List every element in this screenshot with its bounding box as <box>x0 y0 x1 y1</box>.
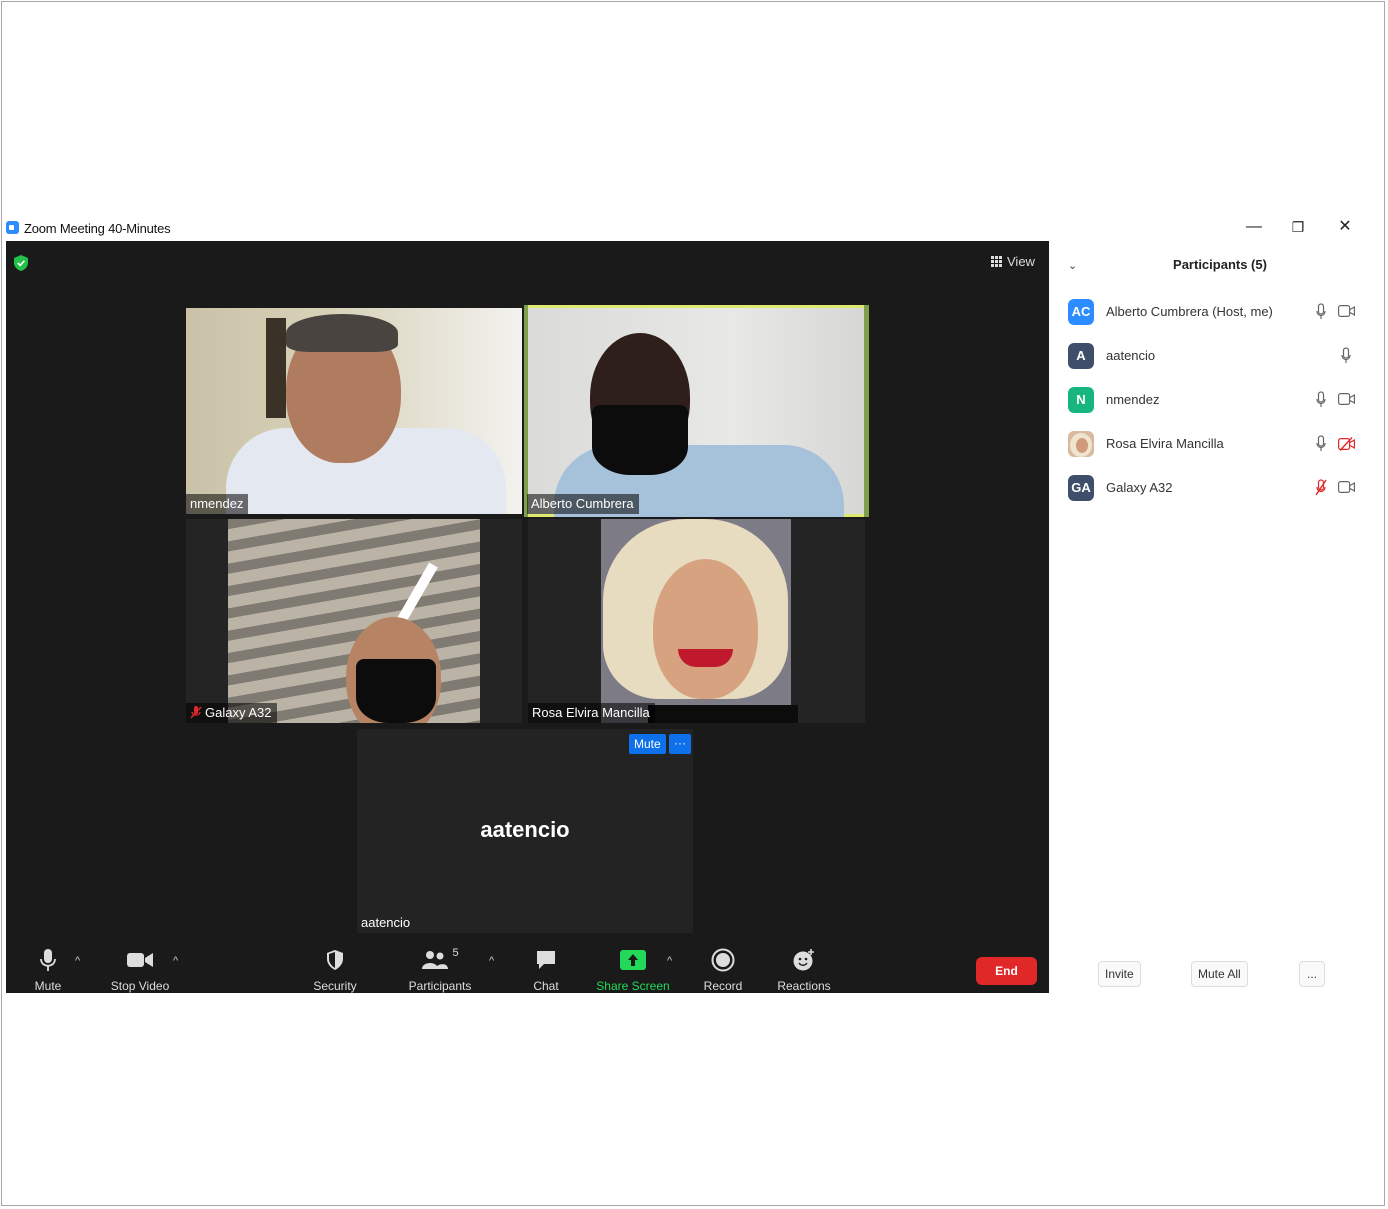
chat-button[interactable]: Chat <box>526 947 566 993</box>
record-label: Record <box>703 979 743 993</box>
avatar: GA <box>1068 475 1094 501</box>
participants-label: Participants <box>408 979 472 993</box>
video-tile-rosa-elvira-mancilla[interactable]: Rosa Elvira Mancilla <box>528 519 865 723</box>
face-mask <box>356 659 436 723</box>
participant-name: Alberto Cumbrera (Host, me) <box>1106 304 1273 319</box>
participants-count: 5 <box>452 947 459 959</box>
share-options-caret-icon[interactable]: ^ <box>667 955 672 967</box>
zoom-app-icon <box>6 221 19 234</box>
participant-name: Galaxy A32 <box>1106 480 1173 495</box>
participants-panel: ⌄ Participants (5) AC Alberto Cumbrera (… <box>1050 241 1380 993</box>
minimize-button[interactable]: — <box>1237 216 1271 238</box>
left-edge <box>524 305 528 517</box>
tile-name-label: Rosa Elvira Mancilla <box>528 703 655 723</box>
microphone-icon <box>40 949 56 971</box>
video-camera-icon[interactable] <box>1338 305 1355 317</box>
chat-bubble-icon <box>537 951 555 969</box>
video-tile-alberto-cumbrera[interactable]: Alberto Cumbrera <box>524 305 869 517</box>
view-button[interactable]: View <box>991 254 1035 269</box>
grid-view-icon <box>991 256 1002 267</box>
mute-label: Mute <box>34 979 62 993</box>
reactions-button[interactable]: Reactions <box>774 947 834 993</box>
participant-name: nmendez <box>1106 392 1160 407</box>
security-shield-icon <box>327 950 343 970</box>
record-button[interactable]: Record <box>700 947 746 993</box>
audio-options-caret-icon[interactable]: ^ <box>75 955 80 967</box>
participant-name: aatencio <box>1106 348 1156 363</box>
avatar-photo <box>1068 431 1094 457</box>
view-label: View <box>1007 254 1035 269</box>
meeting-area: View nmendez Alberto Cumbrera Galaxy A32 <box>6 241 1049 993</box>
participants-panel-title: Participants (5) <box>1173 257 1267 272</box>
person-head <box>653 559 758 699</box>
share-screen-icon <box>620 950 646 970</box>
participant-row[interactable]: Rosa Elvira Mancilla <box>1068 431 1368 459</box>
meeting-toolbar: Mute ^ Stop Video ^ Security 5 Participa… <box>6 941 1049 993</box>
video-tile-aatencio[interactable]: aatencio Mute ··· aatencio <box>357 729 693 933</box>
video-options-caret-icon[interactable]: ^ <box>173 955 178 967</box>
tile-name-label: aatencio <box>361 915 411 930</box>
participant-row[interactable]: A aatencio <box>1068 343 1368 371</box>
end-meeting-button[interactable]: End <box>976 957 1037 985</box>
tile-more-button[interactable]: ··· <box>669 734 691 754</box>
stop-video-button[interactable]: Stop Video <box>106 947 174 993</box>
participant-row[interactable]: N nmendez <box>1068 387 1368 415</box>
stop-video-label: Stop Video <box>110 979 170 993</box>
microphone-icon[interactable] <box>1316 303 1326 320</box>
tile-name-text: Galaxy A32 <box>205 705 272 720</box>
participant-name: Rosa Elvira Mancilla <box>1106 436 1224 451</box>
participants-options-caret-icon[interactable]: ^ <box>489 955 494 967</box>
participants-icon <box>422 951 449 969</box>
chat-label: Chat <box>533 979 559 993</box>
avatar: A <box>1068 343 1094 369</box>
wall-picture <box>266 318 286 418</box>
invite-button[interactable]: Invite <box>1098 961 1141 987</box>
tile-name-label: Galaxy A32 <box>186 703 277 723</box>
microphone-icon[interactable] <box>1316 435 1326 452</box>
participant-row[interactable]: AC Alberto Cumbrera (Host, me) <box>1068 299 1368 327</box>
microphone-icon[interactable] <box>1341 347 1351 364</box>
restore-button[interactable]: ❐ <box>1281 216 1315 238</box>
microphone-icon[interactable] <box>1316 391 1326 408</box>
video-off-icon[interactable] <box>1338 437 1355 451</box>
close-button[interactable]: ✕ <box>1328 216 1362 238</box>
video-camera-icon[interactable] <box>1338 481 1355 493</box>
person-hair <box>286 314 398 352</box>
muted-mic-icon <box>190 706 202 719</box>
participants-button[interactable]: 5 Participants <box>406 947 474 993</box>
mute-all-button[interactable]: Mute All <box>1191 961 1248 987</box>
participant-row[interactable]: GA Galaxy A32 <box>1068 475 1368 503</box>
window-titlebar: Zoom Meeting 40-Minutes <box>6 218 1386 240</box>
muted-mic-icon[interactable] <box>1315 479 1327 496</box>
tile-name-label: nmendez <box>186 494 249 514</box>
avatar: AC <box>1068 299 1094 325</box>
video-tile-nmendez[interactable]: nmendez <box>186 308 522 514</box>
video-camera-icon[interactable] <box>1338 393 1355 405</box>
share-screen-button[interactable]: Share Screen <box>595 947 671 993</box>
video-camera-icon <box>127 953 153 967</box>
mute-button[interactable]: Mute <box>28 947 68 993</box>
encryption-shield-icon[interactable] <box>14 255 28 271</box>
window-title: Zoom Meeting 40-Minutes <box>24 221 171 236</box>
tile-big-name: aatencio <box>480 817 570 842</box>
panel-more-button[interactable]: ... <box>1299 961 1326 987</box>
video-tile-galaxy-a32[interactable]: Galaxy A32 <box>186 519 522 723</box>
person-top <box>648 705 798 723</box>
avatar: N <box>1068 387 1094 413</box>
face-mask <box>592 405 688 475</box>
tile-mute-button[interactable]: Mute <box>629 734 666 754</box>
smiley-plus-icon <box>793 949 814 971</box>
share-screen-label: Share Screen <box>596 979 670 993</box>
security-button[interactable]: Security <box>310 947 360 993</box>
security-label: Security <box>313 979 357 993</box>
tile-name-label: Alberto Cumbrera <box>527 494 639 514</box>
right-edge <box>864 305 869 517</box>
reactions-label: Reactions <box>777 979 831 993</box>
record-icon <box>711 948 735 972</box>
